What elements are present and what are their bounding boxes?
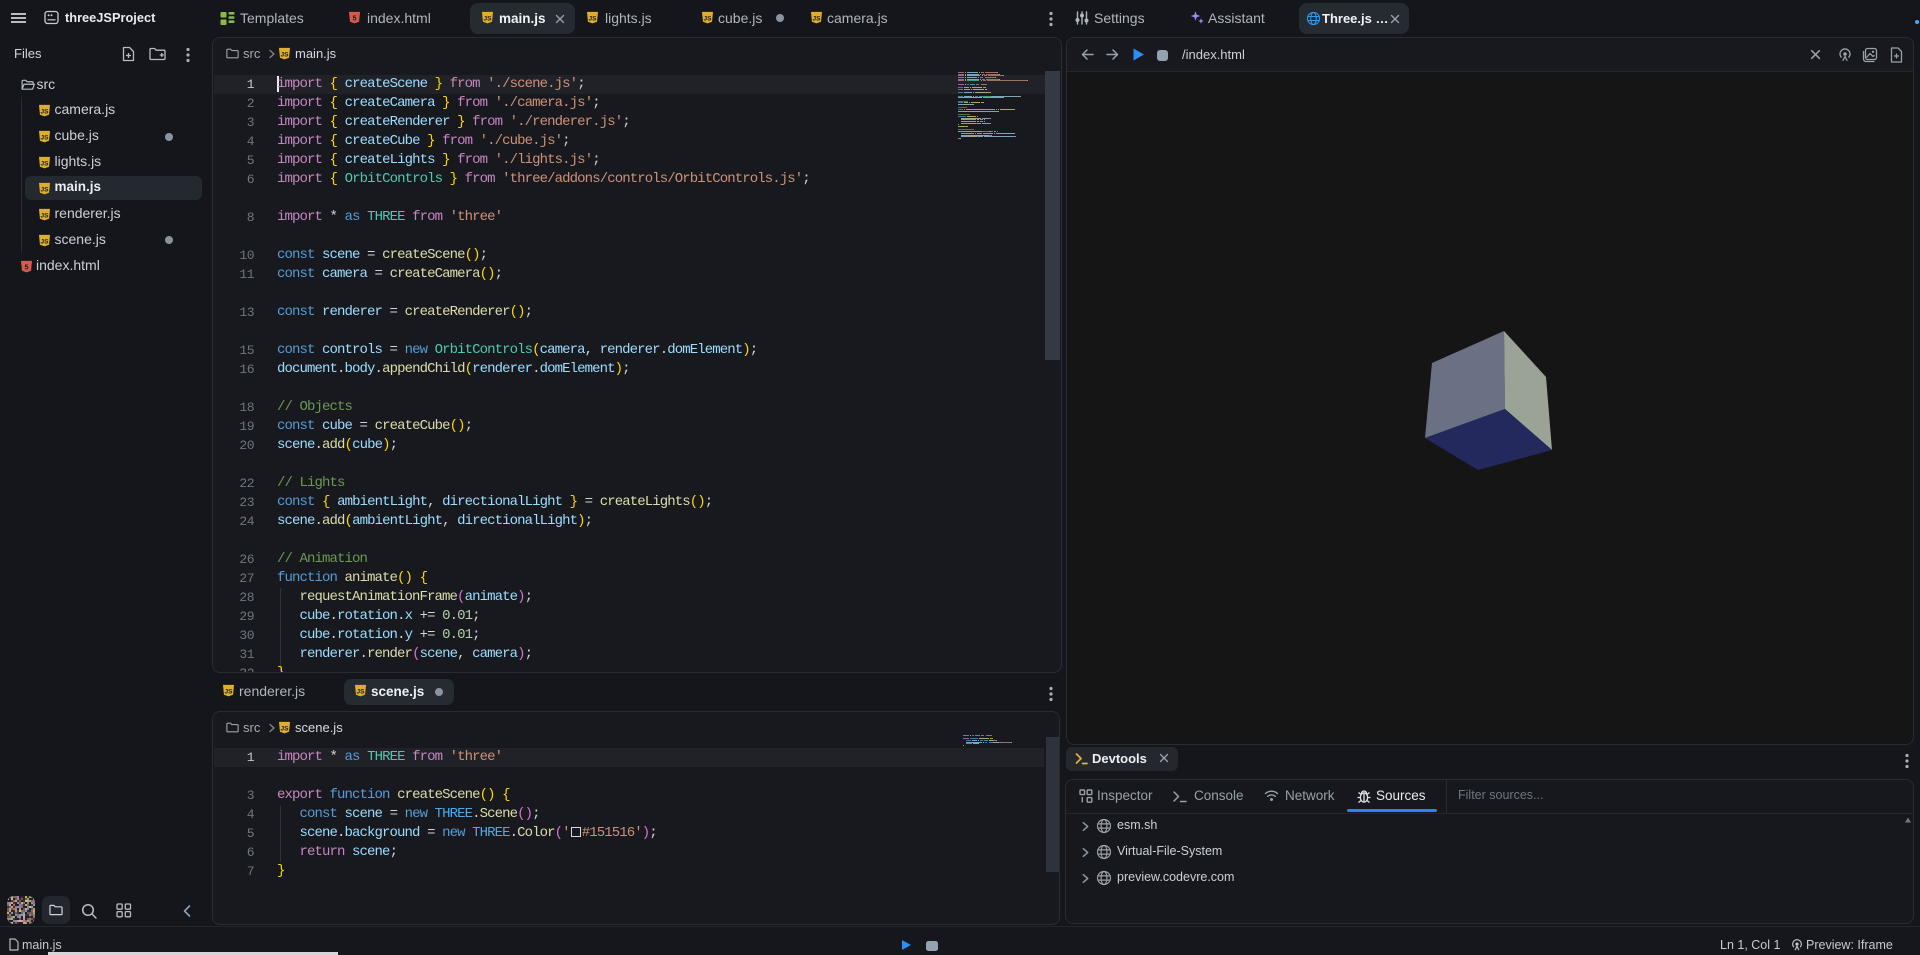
svg-text:JS: JS bbox=[41, 134, 50, 141]
svg-text:JS: JS bbox=[41, 212, 50, 219]
svg-text:JS: JS bbox=[225, 688, 234, 695]
svg-text:JS: JS bbox=[484, 15, 493, 22]
svg-text:JS: JS bbox=[589, 15, 598, 22]
svg-text:JS: JS bbox=[41, 160, 50, 167]
svg-text:JS: JS bbox=[41, 238, 50, 245]
svg-text:JS: JS bbox=[41, 186, 50, 193]
svg-text:JS: JS bbox=[704, 15, 713, 22]
svg-text:5: 5 bbox=[24, 262, 28, 271]
svg-text:JS: JS bbox=[813, 15, 822, 22]
svg-text:JS: JS bbox=[357, 688, 366, 695]
svg-text:5: 5 bbox=[352, 13, 356, 22]
svg-text:JS: JS bbox=[41, 108, 50, 115]
